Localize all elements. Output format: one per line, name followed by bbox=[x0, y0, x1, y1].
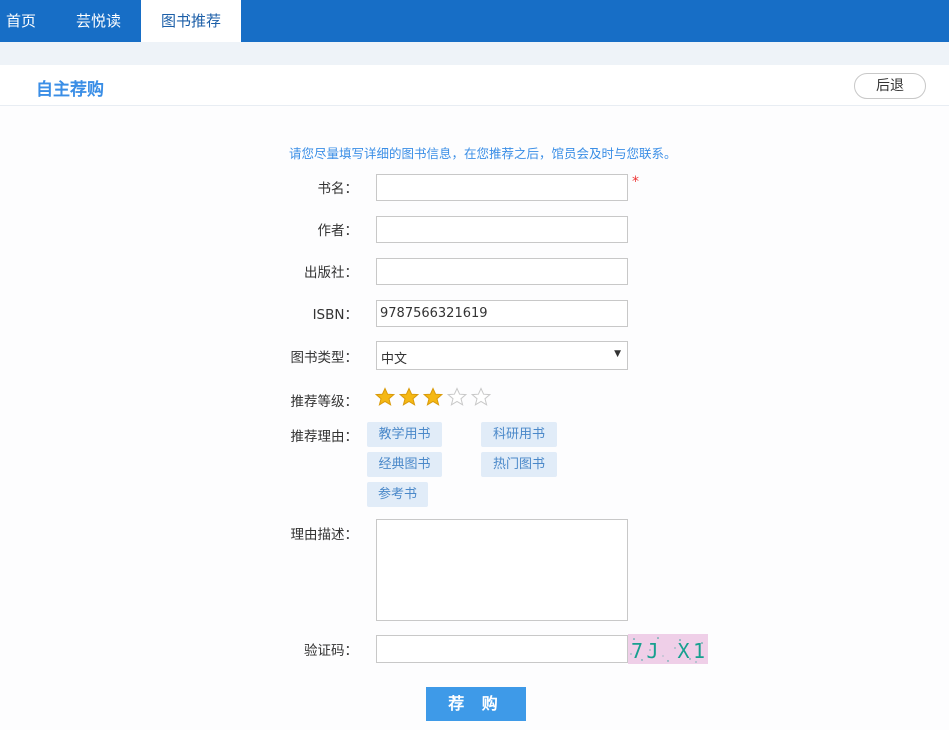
reason-tag-teaching[interactable]: 教学用书 bbox=[367, 422, 442, 447]
publisher-input[interactable] bbox=[376, 258, 628, 285]
dropdown-arrow-icon: ▼ bbox=[614, 349, 621, 359]
star-empty-icon[interactable] bbox=[446, 387, 468, 407]
book-type-value: 中文 bbox=[381, 352, 408, 367]
rating-stars[interactable] bbox=[374, 387, 495, 407]
author-input[interactable] bbox=[376, 216, 628, 243]
isbn-input[interactable] bbox=[376, 300, 628, 327]
reason-tag-research[interactable]: 科研用书 bbox=[481, 422, 557, 447]
title-input[interactable] bbox=[376, 174, 628, 201]
label-publisher: 出版社： bbox=[304, 265, 358, 281]
label-description: 理由描述： bbox=[290, 527, 359, 543]
label-book-type: 图书类型： bbox=[290, 350, 359, 366]
reason-tag-classic[interactable]: 经典图书 bbox=[367, 452, 442, 477]
captcha-text: 7J X1 bbox=[631, 639, 705, 663]
form-notice: 请您尽量填写详细的图书信息，在您推荐之后，馆员会及时与您联系。 bbox=[289, 146, 677, 161]
star-empty-icon[interactable] bbox=[470, 387, 492, 407]
star-filled-icon[interactable] bbox=[422, 387, 444, 407]
page-header: 自主荐购 后退 bbox=[0, 65, 949, 106]
reason-tag-reference[interactable]: 参考书 bbox=[367, 482, 428, 507]
subheader-strip bbox=[0, 42, 949, 65]
label-title: 书名： bbox=[317, 181, 359, 197]
tab-book-recommend[interactable]: 图书推荐 bbox=[141, 0, 241, 42]
star-filled-icon[interactable] bbox=[398, 387, 420, 407]
captcha-image[interactable]: 7J X1 bbox=[628, 634, 708, 664]
label-rating: 推荐等级： bbox=[290, 394, 359, 410]
required-mark: * bbox=[632, 174, 639, 190]
captcha-input[interactable] bbox=[376, 635, 628, 663]
tab-home[interactable]: 首页 bbox=[0, 0, 46, 42]
top-nav: 首页 芸悦读 图书推荐 bbox=[0, 0, 949, 42]
page-title: 自主荐购 bbox=[36, 80, 104, 100]
star-filled-icon[interactable] bbox=[374, 387, 396, 407]
back-button[interactable]: 后退 bbox=[854, 73, 926, 99]
tab-yunyuedu[interactable]: 芸悦读 bbox=[76, 0, 136, 42]
label-captcha: 验证码： bbox=[304, 643, 358, 659]
description-textarea[interactable] bbox=[376, 519, 628, 621]
label-reason: 推荐理由： bbox=[290, 429, 359, 445]
reason-tag-popular[interactable]: 热门图书 bbox=[481, 452, 557, 477]
submit-button[interactable]: 荐 购 bbox=[426, 687, 526, 721]
label-isbn: ISBN： bbox=[312, 307, 358, 323]
label-author: 作者： bbox=[317, 223, 359, 239]
book-type-select[interactable]: 中文 ▼ bbox=[376, 341, 628, 370]
